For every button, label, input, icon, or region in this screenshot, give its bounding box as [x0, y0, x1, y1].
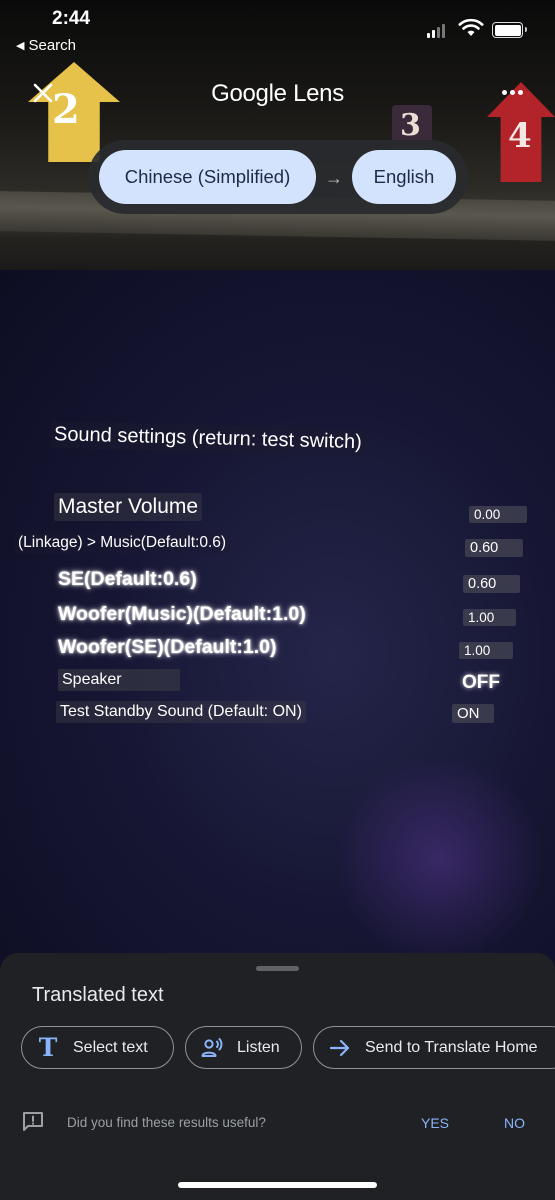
target-language-button[interactable]: English [352, 150, 456, 204]
send-to-translate-button[interactable]: Send to Translate Home [313, 1026, 555, 1069]
overlay-label-test-standby[interactable]: Test Standby Sound (Default: ON) [56, 701, 306, 723]
camera-tag-4-number: 4 [508, 116, 532, 156]
listen-button[interactable]: Listen [185, 1026, 302, 1069]
feedback-yes-button[interactable]: YES [421, 1115, 449, 1131]
wifi-icon [458, 18, 484, 36]
camera-screen-glow [330, 760, 550, 960]
language-selector: Chinese (Simplified) → English [88, 140, 468, 214]
status-time: 2:44 [52, 8, 91, 29]
overlay-value-woofer-se[interactable]: 1.00 [459, 642, 513, 659]
app-title-product: Lens [293, 80, 344, 107]
back-link-label: Search [28, 37, 76, 54]
overlay-label-master-volume[interactable]: Master Volume [54, 493, 203, 521]
overlay-label-se[interactable]: SE(Default:0.6) [54, 566, 201, 593]
sheet-title: Translated text [32, 984, 164, 1006]
feedback-question: Did you find these results useful? [67, 1115, 266, 1130]
overlay-label-woofer-music[interactable]: Woofer(Music)(Default:1.0) [54, 601, 310, 628]
source-language-button[interactable]: Chinese (Simplified) [99, 150, 316, 204]
text-select-icon: T [38, 1032, 58, 1062]
results-bottom-sheet: Translated text T Select text Listen Sen… [0, 953, 555, 1200]
overlay-value-speaker[interactable]: OFF [457, 671, 505, 695]
select-text-button[interactable]: T Select text [21, 1026, 174, 1069]
arrow-right-icon [329, 1039, 350, 1056]
sheet-drag-handle[interactable] [256, 966, 299, 971]
app-title: Google Lens [0, 80, 555, 108]
camera-tag-3-number: 3 [400, 108, 421, 143]
overlay-label-linkage-music[interactable]: (Linkage) > Music(Default:0.6) [14, 532, 231, 554]
swap-arrow-icon: → [325, 168, 343, 188]
back-triangle-icon: ◀ [16, 40, 25, 52]
app-title-brand: Google [211, 80, 287, 107]
back-to-search-link[interactable]: ◀ Search [16, 37, 76, 54]
home-indicator[interactable] [178, 1182, 377, 1188]
listen-label: Listen [237, 1038, 280, 1056]
overlay-label-speaker[interactable]: Speaker [58, 669, 180, 691]
feedback-icon [23, 1112, 43, 1131]
select-text-label: Select text [73, 1038, 148, 1056]
overlay-value-linkage-music[interactable]: 0.60 [465, 539, 523, 557]
overlay-value-master-volume[interactable]: 0.00 [469, 506, 527, 523]
feedback-no-button[interactable]: NO [504, 1115, 525, 1131]
overlay-value-se[interactable]: 0.60 [463, 575, 520, 593]
cellular-signal-icon [427, 24, 445, 38]
overlay-value-woofer-music[interactable]: 1.00 [463, 609, 516, 626]
battery-icon [492, 22, 527, 38]
send-to-translate-label: Send to Translate Home [365, 1038, 538, 1056]
overlay-value-test-standby[interactable]: ON [452, 704, 494, 723]
overlay-label-woofer-se[interactable]: Woofer(SE)(Default:1.0) [54, 634, 280, 661]
listen-icon [201, 1037, 223, 1057]
more-options-icon[interactable] [496, 86, 528, 98]
